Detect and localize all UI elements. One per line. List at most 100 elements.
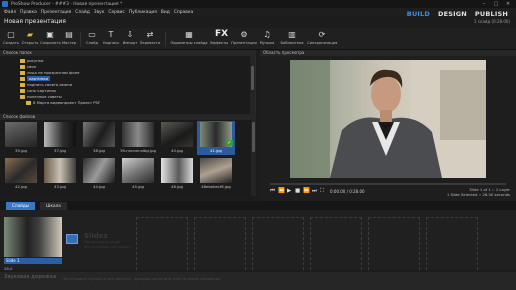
menu-edit[interactable]: Правка	[20, 10, 37, 15]
empty-slide-slot[interactable]	[426, 217, 478, 275]
file-thumb[interactable]: 40.jpg	[158, 121, 196, 155]
presentation-button[interactable]: ⚙ Презентация	[231, 30, 257, 50]
file-name: 35.jpg	[15, 148, 27, 153]
file-thumb[interactable]: 46ebebecf8.jpg	[197, 157, 235, 191]
file-thumb[interactable]: 44.jpg	[80, 157, 118, 191]
effects-button[interactable]: FX Эффекты	[209, 30, 229, 50]
folder-item[interactable]: надпись своего имени	[20, 82, 72, 88]
stop-icon[interactable]: ■	[295, 188, 300, 194]
empty-slide-slot[interactable]	[368, 217, 420, 275]
file-name: 38.jpg	[93, 148, 105, 153]
menu-show[interactable]: Презентация	[41, 10, 71, 15]
minimize-icon[interactable]: –	[478, 0, 490, 8]
folder-item[interactable]: лица не прозрачном фоне	[20, 70, 80, 76]
menu-tools[interactable]: Сервис	[108, 10, 124, 15]
transition-icon[interactable]	[66, 234, 78, 244]
library-button[interactable]: ▥ Библиотека	[279, 30, 305, 50]
effects-label: Эффекты	[209, 41, 229, 45]
folder-item[interactable]: свон	[20, 64, 36, 70]
folder-item[interactable]: 8 Марта видеопроект Проект PSF	[26, 100, 100, 106]
empty-slide-slot[interactable]	[252, 217, 304, 275]
music-button[interactable]: ♫ Музыка	[258, 30, 276, 50]
slide-options-button[interactable]: ▦ Параметры слайда	[170, 30, 208, 50]
tab-slides[interactable]: Слайды	[6, 202, 36, 210]
window-controls: – □ ✕	[478, 0, 514, 8]
file-thumb[interactable]: 39-nnnnnnvibg.jpg	[119, 121, 157, 155]
file-thumb[interactable]: 46.jpg	[158, 157, 196, 191]
file-thumb[interactable]: 45.jpg	[119, 157, 157, 191]
app-logo-icon	[2, 1, 8, 7]
slide-thumbnail	[4, 217, 62, 257]
maximize-icon[interactable]: □	[490, 0, 502, 8]
folder-scrollbar[interactable]	[250, 56, 255, 114]
window-title: ProShow Producer - ###3 - Новая презента…	[11, 1, 123, 7]
open-label: Открыть	[21, 41, 39, 45]
skip-forward-icon[interactable]: ⏭	[312, 188, 317, 195]
slide-label: Слайд	[85, 41, 99, 45]
save-button[interactable]: ▣ Сохранить	[40, 30, 61, 50]
caption-icon: T	[108, 30, 114, 39]
folder-label: надпись своего имени	[27, 82, 73, 88]
import-button[interactable]: ⇩ Импорт	[122, 30, 138, 50]
folder-icon	[20, 83, 25, 87]
soundtrack-label: Звуковая дорожка	[4, 275, 57, 280]
menu-help[interactable]: Справка	[174, 10, 193, 15]
menu-slide[interactable]: Слайд	[75, 10, 89, 15]
slide-duration[interactable]: 28.0	[4, 266, 12, 271]
scroll-thumb[interactable]	[252, 122, 255, 152]
thumb-image	[161, 158, 193, 183]
sync-button[interactable]: ⟳ Синхронизация	[307, 30, 337, 50]
file-thumb[interactable]: 35.jpg	[2, 121, 40, 155]
close-icon[interactable]: ✕	[502, 0, 514, 8]
tab-timeline[interactable]: Шкала	[40, 202, 67, 210]
title-bar: ProShow Producer - ###3 - Новая презента…	[0, 0, 516, 8]
folder-item-selected[interactable]: картинки	[20, 76, 50, 82]
folder-item[interactable]: полезные советы	[20, 94, 62, 100]
thumb-image	[5, 158, 37, 183]
menu-file[interactable]: Файл	[4, 10, 16, 15]
folder-label: полезные советы	[27, 94, 62, 100]
folder-item[interactable]: сонь картинок	[20, 88, 56, 94]
toolbar-separator	[80, 32, 81, 47]
menu-publish[interactable]: Публикация	[129, 10, 157, 15]
soundtrack-bar[interactable]: Звуковая дорожка Перетащите музыку в эту…	[0, 272, 516, 290]
selection-info: 1 Slide Selected :: 28.00 seconds	[446, 191, 510, 197]
fast-forward-icon[interactable]: ⏩	[303, 188, 310, 194]
open-button[interactable]: ▰ Открыть	[21, 30, 39, 50]
play-icon[interactable]: ▶	[287, 188, 291, 194]
wizard-button[interactable]: ▤ Мастер	[61, 30, 77, 50]
empty-slide-slot[interactable]	[194, 217, 246, 275]
folder-icon	[20, 59, 25, 63]
add-slide-button[interactable]: ▭ Слайд	[84, 30, 100, 50]
empty-slide-slot[interactable]	[310, 217, 362, 275]
file-thumb[interactable]: 43.jpg	[41, 157, 79, 191]
folder-item[interactable]: рисунки	[20, 58, 43, 64]
new-button[interactable]: ▢ Создать	[3, 30, 19, 50]
playback-progress[interactable]	[270, 183, 506, 185]
caption-button[interactable]: T Надпись	[102, 30, 120, 50]
fullscreen-icon[interactable]: ⛶	[320, 188, 324, 195]
file-thumb[interactable]: 42.jpg	[2, 157, 40, 191]
thumb-image	[122, 158, 154, 183]
empty-slide-slot[interactable]	[136, 217, 188, 275]
import-label: Импорт	[122, 41, 138, 45]
file-scrollbar[interactable]	[251, 120, 256, 196]
skip-back-icon[interactable]: ⏮	[270, 188, 275, 195]
app-window: ProShow Producer - ###3 - Новая презента…	[0, 0, 516, 290]
rewind-icon[interactable]: ⏪	[278, 188, 285, 194]
preview-panel: ⏮ ⏪ ▶ ■ ⏩ ⏭ ⛶ 0:00.00 / 0:28.00 Slide 1 …	[260, 56, 516, 202]
file-name: 42.jpg	[15, 184, 27, 189]
menu-view[interactable]: Вид	[161, 10, 170, 15]
sync-label: Синхронизация	[307, 41, 338, 45]
file-thumb-selected[interactable]: ✓ 41.jpg	[197, 121, 235, 155]
menu-audio[interactable]: Звук	[94, 10, 105, 15]
playback-controls: ⏮ ⏪ ▶ ■ ⏩ ⏭ ⛶ 0:00.00 / 0:28.00 Slide 1 …	[260, 182, 516, 202]
library-icon: ▥	[288, 30, 296, 39]
scroll-thumb[interactable]	[251, 66, 254, 90]
slide-options-label: Параметры слайда	[170, 41, 208, 45]
file-thumb[interactable]: 37.jpg	[41, 121, 79, 155]
slide-card[interactable]: Slide 1 28.0	[2, 216, 78, 278]
convert-button[interactable]: ⇄ Перевести	[139, 30, 161, 50]
music-label: Музыка	[259, 41, 275, 45]
file-thumb[interactable]: 38.jpg	[80, 121, 118, 155]
